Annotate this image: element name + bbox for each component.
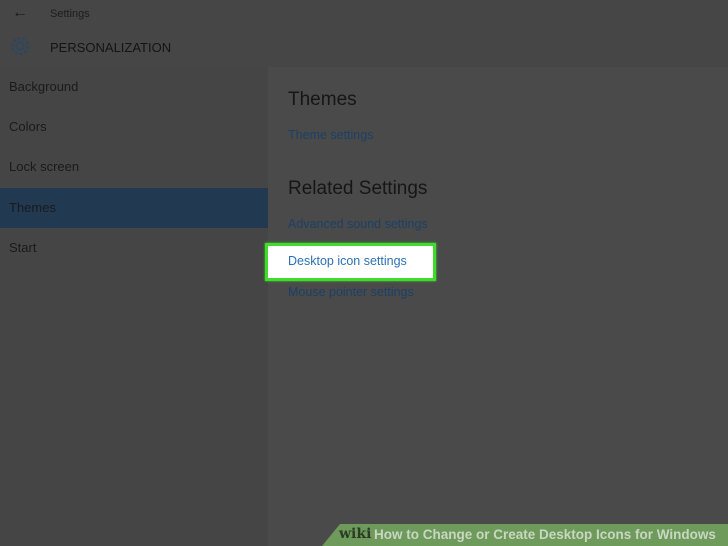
sidebar-item-background[interactable]: Background: [0, 67, 268, 107]
sidebar-item-start[interactable]: Start: [0, 228, 268, 268]
sidebar-item-lock-screen[interactable]: Lock screen: [0, 147, 268, 187]
wikihow-banner: wiki How to Change or Create Desktop Ico…: [322, 524, 728, 546]
gear-icon: [10, 36, 30, 56]
desktop-icon-settings-link[interactable]: Desktop icon settings: [288, 254, 407, 268]
sidebar: Background Colors Lock screen Themes Sta…: [0, 67, 268, 546]
sidebar-item-themes[interactable]: Themes: [0, 188, 268, 228]
related-settings-heading: Related Settings: [288, 178, 428, 199]
content-pane: Themes Theme settings Related Settings A…: [265, 67, 728, 546]
sidebar-item-colors[interactable]: Colors: [0, 107, 268, 147]
advanced-sound-settings-link[interactable]: Advanced sound settings: [288, 217, 428, 231]
themes-heading: Themes: [288, 89, 357, 110]
wikihow-logo: wiki: [339, 526, 372, 542]
back-arrow-icon[interactable]: ←: [12, 4, 28, 22]
mouse-pointer-settings-link[interactable]: Mouse pointer settings: [288, 285, 414, 299]
highlight-box: Desktop icon settings: [265, 243, 436, 281]
banner-title: How to Change or Create Desktop Icons fo…: [374, 527, 716, 542]
section-title: PERSONALIZATION: [50, 40, 172, 55]
title-bar: ← Settings PERSONALIZATION: [0, 0, 728, 67]
app-title: Settings: [50, 8, 90, 20]
theme-settings-link[interactable]: Theme settings: [288, 128, 373, 142]
